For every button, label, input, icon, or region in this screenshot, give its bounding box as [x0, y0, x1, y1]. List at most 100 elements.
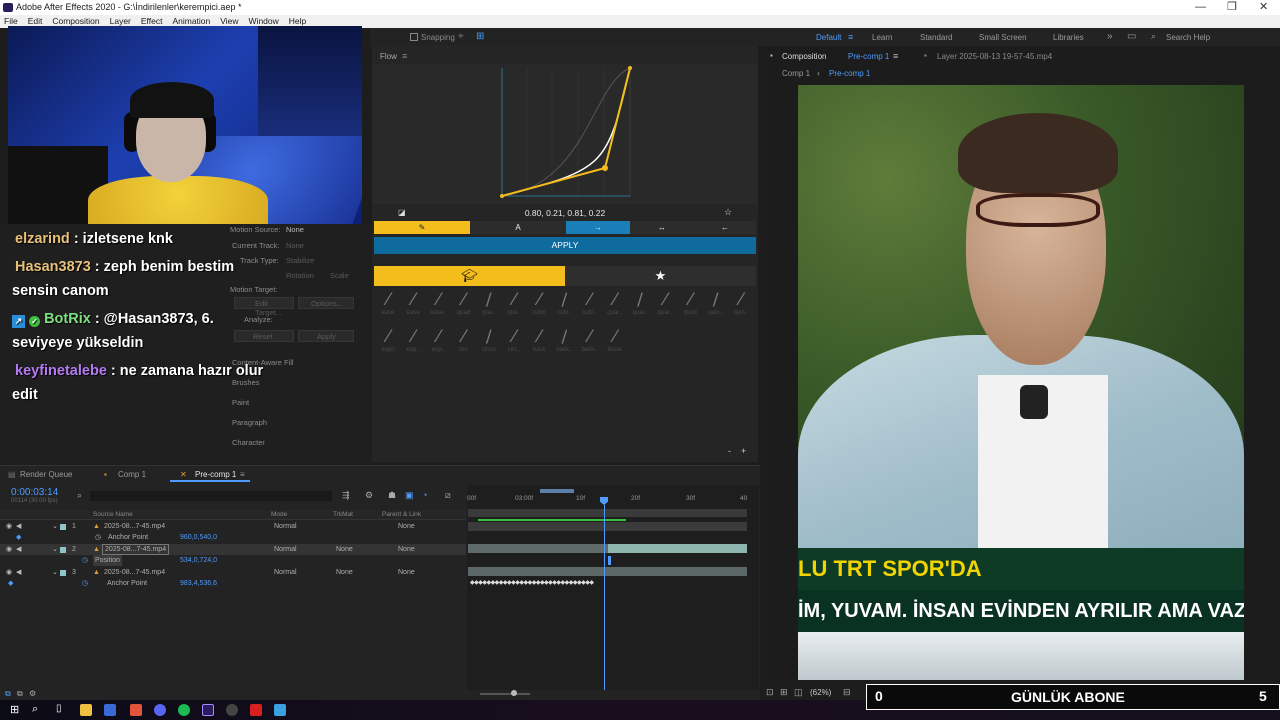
tab-render-queue[interactable]: Render Queue — [20, 470, 72, 479]
ease-preset[interactable]: ⁄ ease — [376, 290, 400, 316]
flow-panel-menu-icon[interactable]: ≡ — [402, 51, 407, 61]
lock-icon[interactable]: ▪ — [770, 51, 773, 60]
ease-preset[interactable]: ⁄ linear — [603, 327, 627, 353]
library-tab-graduation-cap-icon[interactable]: 🎓︎ — [374, 266, 565, 286]
task-view-icon[interactable]: ▯ — [56, 703, 62, 714]
search-taskbar-icon[interactable]: ⌕ — [32, 703, 38, 716]
minimize-button[interactable]: — — [1195, 0, 1206, 15]
ease-preset[interactable]: ∕ circin — [477, 327, 501, 353]
tab-comp-1[interactable]: Comp 1 — [118, 470, 146, 479]
ease-preset[interactable]: ⁄ qua.. — [502, 290, 526, 316]
spotify-icon[interactable] — [178, 704, 190, 716]
track-type-dropdown[interactable]: Stabilize — [286, 256, 314, 265]
mode-dropdown[interactable]: Normal — [274, 521, 297, 532]
workspace-libraries[interactable]: Libraries — [1053, 33, 1084, 42]
paint-section[interactable]: Paint — [232, 398, 249, 407]
tab-pre-comp-1[interactable]: Pre-comp 1 — [195, 470, 236, 479]
layer-row-selected[interactable]: ◉ ◀ ⌄ 2 ▲ 2025-08...7-45.mp4 Normal None… — [0, 544, 466, 555]
layer-name[interactable]: 2025-08...7-45.mp4 — [104, 521, 165, 532]
composition-mini-flowchart-icon[interactable]: ⇶ — [342, 490, 350, 501]
zoom-slider-handle[interactable] — [511, 690, 517, 696]
expand-chevron-icon[interactable]: ⌄ — [52, 544, 58, 555]
windows-start-icon[interactable]: ⊞ — [10, 703, 19, 716]
layer-2-bar-right[interactable] — [608, 544, 747, 553]
comp-tab-menu-icon[interactable]: ≡ — [893, 51, 898, 61]
ease-preset[interactable]: ⁄ circ.. — [502, 327, 526, 353]
workspace-standard[interactable]: Standard — [920, 33, 952, 42]
panel-layout-icon[interactable]: ▭ — [1127, 31, 1136, 42]
brave-browser-icon[interactable] — [130, 704, 142, 716]
apply-track-button[interactable]: Apply — [298, 330, 354, 342]
rotation-checkbox-label[interactable]: Rotation — [286, 271, 314, 280]
audio-icon[interactable]: ◀ — [16, 521, 21, 532]
after-effects-taskbar-icon[interactable] — [202, 704, 214, 716]
stopwatch-icon[interactable]: ◷ — [82, 578, 88, 589]
snap-magnet-icon[interactable]: ⌖ — [458, 31, 464, 42]
expand-chevron-icon[interactable]: ⌄ — [52, 567, 58, 578]
ease-preset[interactable]: ⁄ quar.. — [653, 290, 677, 316]
current-track-dropdown[interactable]: None — [286, 241, 304, 250]
label-color-swatch[interactable] — [60, 547, 66, 553]
snap-grid-icon[interactable]: ⊞ — [476, 31, 484, 42]
youtube-icon[interactable] — [250, 704, 262, 716]
bezier-curve-graph[interactable] — [372, 64, 758, 204]
ease-both-button[interactable]: ↔ — [630, 221, 694, 234]
remove-preset-button[interactable]: - — [728, 446, 731, 456]
ease-out-button[interactable]: → — [566, 221, 630, 234]
restore-button[interactable]: ❐ — [1227, 0, 1237, 15]
graph-editor-icon[interactable]: ⧄ — [445, 490, 451, 501]
breadcrumb-child[interactable]: Pre-comp 1 — [829, 69, 870, 78]
discord-icon[interactable] — [154, 704, 166, 716]
workspace-learn[interactable]: Learn — [872, 33, 892, 42]
keyframe-nav-icon[interactable]: ◆ — [16, 532, 21, 543]
work-area-bar[interactable] — [540, 489, 574, 493]
ease-preset[interactable]: ⁄ ease.. — [426, 290, 450, 316]
hide-shy-layers-icon[interactable]: ☗ — [388, 490, 396, 501]
layer-tab[interactable]: Layer 2025-08-13 19-57-45.mp4 — [937, 52, 1052, 61]
workspace-small-screen[interactable]: Small Screen — [979, 33, 1027, 42]
ease-preset[interactable]: ⁄ back — [527, 327, 551, 353]
ease-preset[interactable]: ∕ quin.. — [704, 290, 728, 316]
workspace-default[interactable]: Default — [816, 33, 841, 42]
taskbar-app-icon[interactable] — [274, 704, 286, 716]
col-parent-link[interactable]: Parent & Link — [382, 511, 421, 518]
close-button[interactable]: ✕ — [1259, 0, 1268, 15]
precomp-tab-close-icon[interactable]: ✕ — [180, 470, 187, 479]
ease-in-button[interactable]: ← — [694, 221, 756, 234]
keyframe-nav-icon[interactable]: ◆ — [8, 578, 13, 589]
col-source-name[interactable]: Source Name — [93, 511, 133, 518]
favorites-tab-star-icon[interactable]: ★ — [565, 266, 756, 286]
layer-switches-icon[interactable]: ⧉ — [5, 689, 11, 699]
workspace-overflow-icon[interactable]: » — [1107, 31, 1113, 42]
ease-preset[interactable]: ⁄ cubic — [527, 290, 551, 316]
expand-chevron-icon[interactable]: ⌄ — [52, 521, 58, 532]
always-preview-icon[interactable]: ⊡ — [766, 687, 774, 698]
ease-preset[interactable]: ∕ quar.. — [628, 290, 652, 316]
current-time-display[interactable]: 0:00:03:14 — [11, 487, 58, 498]
layer-row[interactable]: ◉ ◀ ⌄ 3 ▲ 2025-08...7-45.mp4 Normal None… — [0, 567, 466, 578]
snapshot-icon[interactable]: ◫ — [794, 687, 803, 698]
breadcrumb-parent[interactable]: Comp 1 — [782, 69, 810, 78]
ease-preset[interactable]: ⁄ quar.. — [603, 290, 627, 316]
mode-dropdown[interactable]: Normal — [274, 544, 297, 555]
transfer-controls-icon[interactable]: ⧉ — [17, 689, 23, 699]
ease-preset[interactable]: ⁄ quin.. — [729, 290, 753, 316]
motion-source-dropdown[interactable]: None — [286, 225, 304, 234]
property-value[interactable]: 960,0,540,0 — [180, 532, 217, 543]
text-mode-button[interactable]: A — [470, 221, 566, 234]
ease-preset[interactable]: ⁄ exp.. — [401, 327, 425, 353]
ease-preset[interactable]: ⁄ quad — [452, 290, 476, 316]
search-help-input[interactable]: Search Help — [1166, 33, 1210, 42]
position-keyframe-marker[interactable] — [608, 556, 611, 565]
ease-preset[interactable]: ⁄ exp.. — [426, 327, 450, 353]
keyframes-track[interactable]: ◆◆◆◆◆◆◆◆◆◆◆◆◆◆◆◆◆◆◆◆◆◆◆◆◆◆◆◆◆◆ — [470, 579, 606, 587]
pixel-aspect-icon[interactable]: ⊟ — [843, 687, 851, 698]
col-trkmat[interactable]: TrkMat — [333, 511, 353, 518]
options-button[interactable]: Options... — [298, 297, 354, 309]
comp-tab-label[interactable]: Composition — [782, 52, 826, 61]
trkmat-dropdown[interactable]: None — [336, 567, 353, 578]
timeline-search-input[interactable] — [90, 491, 332, 501]
paragraph-section[interactable]: Paragraph — [232, 418, 267, 427]
visibility-eye-icon[interactable]: ◉ — [6, 521, 12, 532]
search-icon[interactable]: ⌕ — [1151, 31, 1156, 42]
